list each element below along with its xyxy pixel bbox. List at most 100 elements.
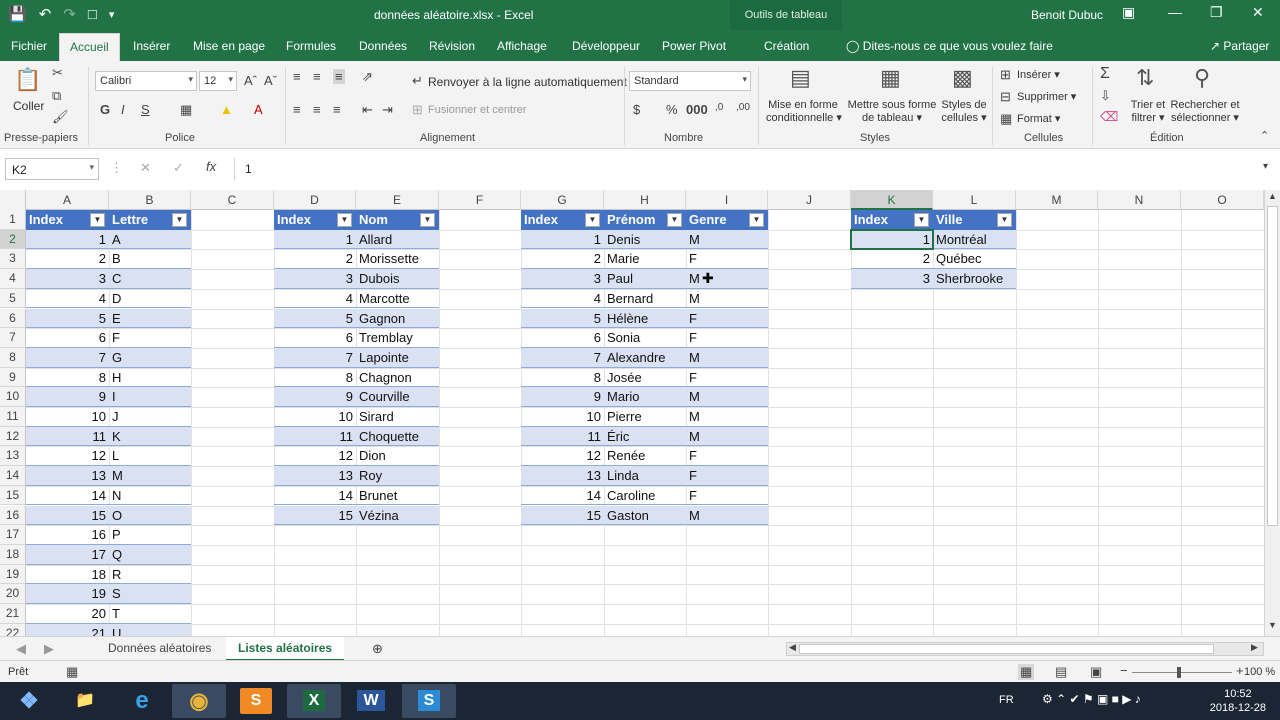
table-cell[interactable]: Paul (604, 269, 686, 289)
vertical-scrollbar[interactable]: ▲ ▼ (1264, 190, 1280, 636)
add-sheet-icon[interactable]: ⊕ (372, 641, 383, 657)
table-cell[interactable]: 7 (26, 348, 109, 368)
table-cell[interactable]: 20 (26, 604, 109, 624)
table-cell[interactable]: Alexandre (604, 348, 686, 368)
tab-developpeur[interactable]: Développeur (572, 39, 640, 53)
table-cell[interactable]: 12 (274, 446, 356, 466)
page-break-view-icon[interactable]: ▣ (1090, 664, 1102, 680)
conditional-formatting-icon[interactable]: ▤ (790, 65, 811, 91)
tab-power-pivot[interactable]: Power Pivot (662, 39, 726, 53)
cell-styles-icon[interactable]: ▩ (952, 65, 973, 91)
maximize-icon[interactable]: ❐ (1210, 4, 1223, 21)
table-cell[interactable]: Linda (604, 466, 686, 486)
sublime-text-icon[interactable]: S (240, 688, 272, 714)
filter-dropdown-icon[interactable]: ▼ (749, 213, 764, 227)
table-cell[interactable]: O (109, 506, 191, 526)
sheet-tab-listes-aleatoires[interactable]: Listes aléatoires (226, 637, 345, 661)
table-cell[interactable]: K (109, 427, 191, 447)
prev-sheet-icon[interactable]: ◀ (16, 641, 26, 657)
table-cell[interactable]: 5 (26, 309, 109, 329)
table-cell[interactable]: Pierre (604, 407, 686, 427)
sort-filter-button[interactable]: Trier et filtrer ▾ (1128, 99, 1168, 124)
file-explorer-icon[interactable]: 📁 (58, 684, 112, 718)
table-cell[interactable]: Sherbrooke (933, 269, 1016, 289)
orientation-icon[interactable]: ⇗ (362, 69, 373, 85)
cell-styles-button[interactable]: Styles de cellules ▾ (940, 99, 988, 124)
expand-formula-bar-icon[interactable]: ▾ (1263, 161, 1268, 172)
table-cell[interactable]: F (686, 486, 768, 506)
filter-dropdown-icon[interactable]: ▼ (420, 213, 435, 227)
number-format-combo[interactable]: Standard ▾ (629, 71, 751, 91)
normal-view-icon[interactable]: ▦ (1018, 664, 1035, 680)
scroll-left-icon[interactable]: ◀ (789, 642, 796, 653)
clear-icon[interactable]: ⌫ (1100, 109, 1118, 125)
sheet-tab-donnees-aleatoires[interactable]: Données aléatoires (96, 637, 223, 661)
find-select-button[interactable]: Rechercher et sélectionner ▾ (1168, 99, 1242, 124)
table-cell[interactable]: 2 (851, 249, 933, 269)
table-cell[interactable]: Lapointe (356, 348, 439, 368)
table-cell[interactable]: 13 (26, 466, 109, 486)
table-cell[interactable]: F (686, 249, 768, 269)
table-cell[interactable]: M (686, 289, 768, 309)
table-cell[interactable]: 4 (26, 289, 109, 309)
table-cell[interactable]: 10 (274, 407, 356, 427)
cancel-entry-icon[interactable]: ✕ (140, 160, 151, 176)
format-as-table-icon[interactable]: ▦ (880, 65, 901, 91)
table-cell[interactable]: Tremblay (356, 328, 439, 348)
table-cell[interactable]: Marie (604, 249, 686, 269)
table-cell[interactable]: 11 (274, 427, 356, 447)
table-cell[interactable]: 5 (521, 309, 604, 329)
word-icon[interactable]: W (344, 684, 398, 718)
tab-mise-en-page[interactable]: Mise en page (193, 39, 265, 53)
page-layout-view-icon[interactable]: ▤ (1055, 664, 1067, 680)
table-cell[interactable]: N (109, 486, 191, 506)
table-cell[interactable]: 3 (274, 269, 356, 289)
tab-accueil[interactable]: Accueil (59, 33, 120, 61)
tab-fichier[interactable]: Fichier (11, 39, 47, 53)
table-cell[interactable]: 15 (26, 506, 109, 526)
table-cell[interactable]: J (109, 407, 191, 427)
table-cell[interactable]: Bernard (604, 289, 686, 309)
horizontal-scrollbar[interactable]: ◀ ▶ (786, 642, 1264, 656)
table-cell[interactable]: R (109, 565, 191, 585)
font-size-combo[interactable]: 12 ▾ (199, 71, 237, 91)
decrease-font-icon[interactable]: Aˇ (264, 73, 277, 88)
table-cell[interactable]: 7 (521, 348, 604, 368)
active-cell-selection[interactable] (850, 228, 934, 251)
table-cell[interactable]: Hélène (604, 309, 686, 329)
table-cell[interactable]: Québec (933, 249, 1016, 269)
row-header-2[interactable]: 2 (0, 229, 26, 250)
delete-cells-icon[interactable]: ⊟ (1000, 89, 1011, 105)
zoom-out-icon[interactable]: − (1120, 663, 1128, 678)
column-header-a[interactable]: A (26, 190, 109, 210)
table-cell[interactable]: 1 (26, 230, 109, 250)
increase-indent-icon[interactable]: ⇥ (382, 102, 393, 118)
row-header-11[interactable]: 11 (0, 407, 26, 427)
minimize-icon[interactable]: — (1168, 4, 1182, 20)
table-cell[interactable]: 15 (274, 506, 356, 526)
fill-color-icon[interactable]: ▲ (220, 102, 233, 117)
italic-icon[interactable]: I (121, 102, 125, 117)
borders-icon[interactable]: ▦ (180, 102, 192, 118)
close-icon[interactable]: ✕ (1252, 4, 1264, 21)
formula-input[interactable]: 1 (234, 158, 1274, 180)
table-cell[interactable]: Marcotte (356, 289, 439, 309)
row-header-21[interactable]: 21 (0, 604, 26, 624)
align-middle-icon[interactable]: ≡ (313, 69, 321, 84)
confirm-entry-icon[interactable]: ✓ (173, 160, 184, 176)
share-button[interactable]: ↗ Partager (1210, 39, 1269, 53)
increase-decimal-icon[interactable]: ,0 (715, 102, 723, 113)
bold-icon[interactable]: G (100, 102, 110, 117)
row-header-4[interactable]: 4 (0, 269, 26, 289)
customize-qat-icon[interactable]: ▾ (109, 5, 115, 25)
filter-dropdown-icon[interactable]: ▼ (90, 213, 105, 227)
table-cell[interactable]: U (109, 624, 191, 636)
row-header-13[interactable]: 13 (0, 446, 26, 467)
row-header-1[interactable]: 1 (0, 210, 26, 230)
table-cell[interactable]: Allard (356, 230, 439, 250)
table-cell[interactable]: 2 (274, 249, 356, 269)
table-cell[interactable]: M (686, 348, 768, 368)
taskbar-clock[interactable]: 10:52 2018-12-28 (1210, 687, 1266, 715)
new-document-icon[interactable]: □ (88, 5, 97, 25)
table-cell[interactable]: 1 (274, 230, 356, 250)
